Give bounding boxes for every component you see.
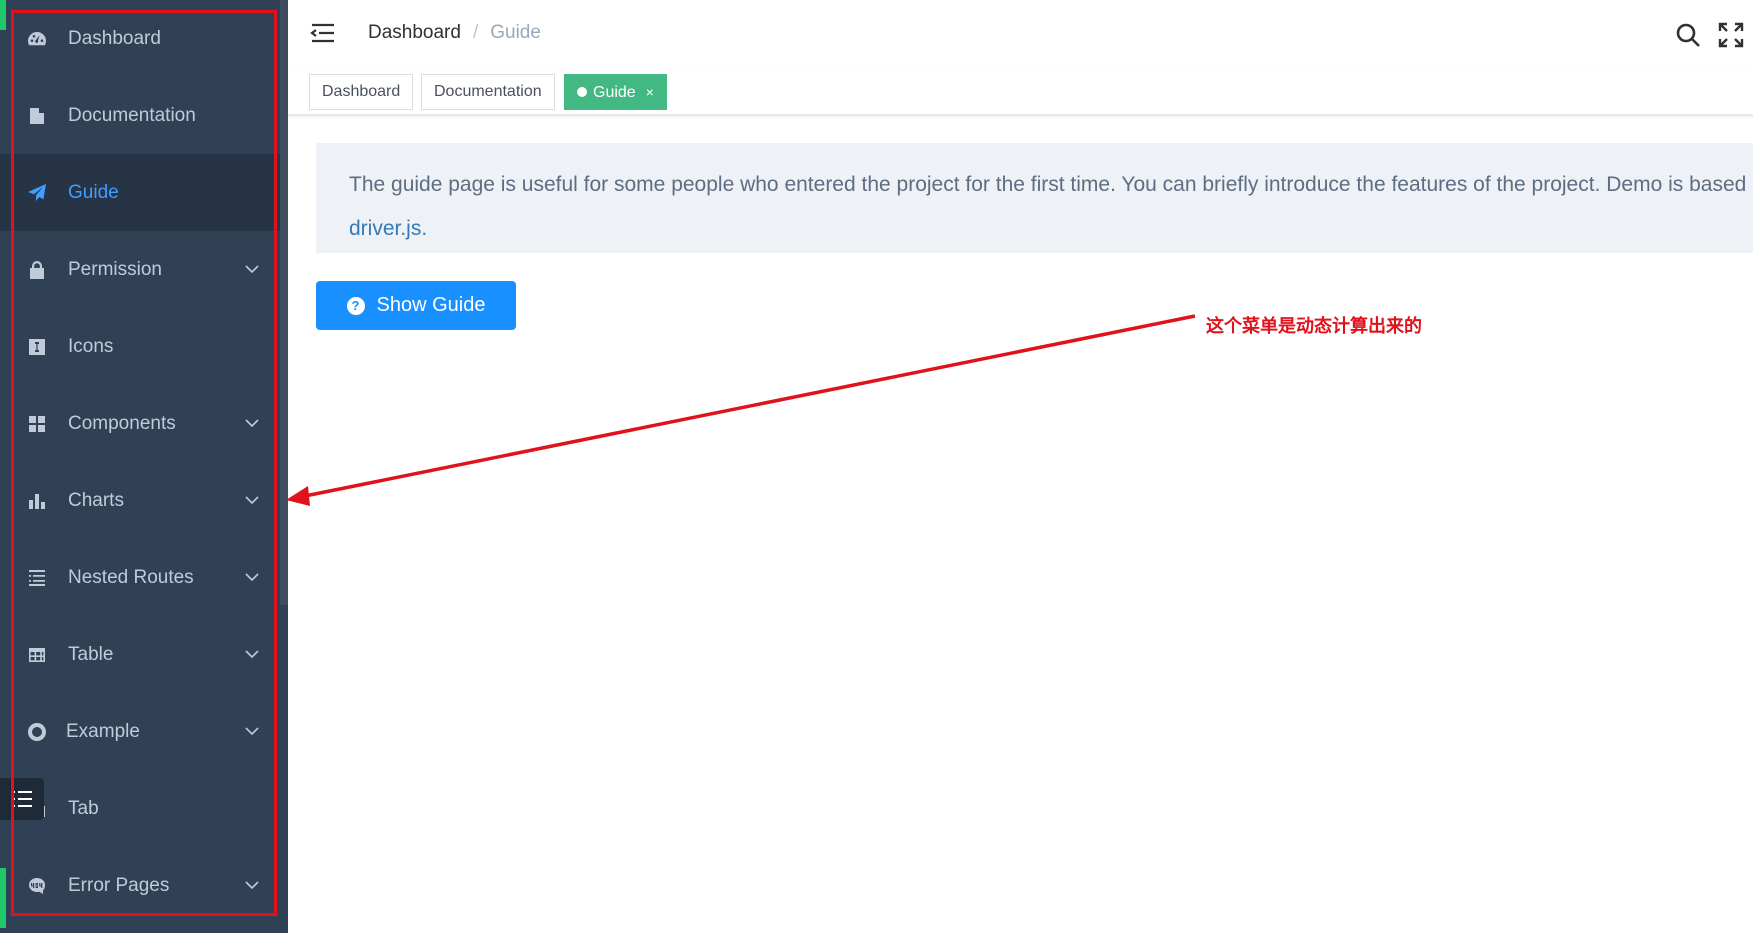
tags-view: Dashboard Documentation Guide × — [288, 68, 1753, 116]
sidebar-item-label: Charts — [68, 490, 124, 511]
components-icon — [26, 413, 48, 435]
annotation-text: 这个菜单是动态计算出来的 — [1206, 316, 1422, 336]
tag-guide[interactable]: Guide × — [564, 74, 667, 110]
sidebar-item-label: Nested Routes — [68, 567, 194, 588]
breadcrumb: Dashboard / Guide — [368, 22, 541, 44]
question-circle-icon: ? — [346, 296, 365, 315]
tag-dashboard[interactable]: Dashboard — [309, 74, 414, 110]
close-icon[interactable]: × — [646, 75, 654, 109]
floating-list-button[interactable] — [0, 778, 44, 820]
fullscreen-icon — [1718, 22, 1744, 48]
search-icon — [1676, 23, 1700, 47]
sidebar-item-guide[interactable]: Guide — [0, 154, 280, 231]
fullscreen-button[interactable] — [1717, 21, 1745, 49]
show-guide-button[interactable]: ? Show Guide — [316, 281, 516, 330]
nested-icon — [26, 567, 48, 589]
menu-fold-icon — [310, 23, 334, 43]
sidebar-item-label: Documentation — [68, 105, 196, 126]
guide-icon — [26, 182, 48, 204]
sidebar: Dashboard Documentation Guide Permission — [0, 0, 288, 933]
sidebar-item-charts[interactable]: Charts — [0, 462, 280, 539]
chevron-down-icon — [244, 647, 260, 659]
sidebar-item-icons[interactable]: Icons — [0, 308, 280, 385]
sidebar-item-label: Dashboard — [68, 28, 161, 49]
description-box: The guide page is useful for some people… — [316, 143, 1753, 253]
chevron-down-icon — [244, 262, 260, 274]
sidebar-item-dashboard[interactable]: Dashboard — [0, 0, 280, 77]
tag-documentation[interactable]: Documentation — [421, 74, 555, 110]
chevron-down-icon — [244, 416, 260, 428]
sidebar-item-label: Example — [66, 721, 140, 742]
chart-icon — [26, 490, 48, 512]
tag-label: Dashboard — [322, 83, 401, 100]
example-icon — [26, 721, 48, 743]
sidebar-item-label: Components — [68, 413, 176, 434]
sidebar-item-error-pages[interactable]: Error Pages — [0, 847, 280, 924]
sidebar-item-label: Guide — [68, 182, 119, 203]
show-guide-label: Show Guide — [376, 294, 486, 316]
hamburger-toggle[interactable] — [310, 22, 336, 44]
breadcrumb-separator: / — [472, 22, 479, 43]
documentation-icon — [26, 105, 48, 127]
sidebar-item-components[interactable]: Components — [0, 385, 280, 462]
chevron-down-icon — [244, 878, 260, 890]
sidebar-item-documentation[interactable]: Documentation — [0, 77, 280, 154]
dashboard-icon — [26, 28, 48, 50]
sidebar-item-label: Table — [68, 644, 114, 665]
list-icon — [13, 791, 32, 807]
breadcrumb-item-current: Guide — [490, 22, 541, 43]
sidebar-item-example[interactable]: Example — [0, 693, 280, 770]
icons-icon — [26, 336, 48, 358]
description-text: The guide page is useful for some people… — [349, 173, 1753, 196]
app-root: Dashboard Documentation Guide Permission — [0, 0, 1753, 933]
sidebar-scrollbar[interactable] — [280, 0, 288, 605]
breadcrumb-item-dashboard[interactable]: Dashboard — [368, 22, 461, 44]
sidebar-item-permission[interactable]: Permission — [0, 231, 280, 308]
sidebar-item-label: Tab — [68, 798, 99, 819]
table-icon — [26, 644, 48, 666]
sidebar-item-label: Error Pages — [68, 875, 170, 896]
tag-label: Documentation — [434, 83, 542, 100]
search-button[interactable] — [1675, 22, 1701, 48]
chevron-down-icon — [244, 570, 260, 582]
chevron-down-icon — [244, 724, 260, 736]
chevron-down-icon — [244, 493, 260, 505]
driverjs-link[interactable]: driver.js. — [349, 207, 1753, 251]
navbar: Dashboard / Guide — [288, 0, 1753, 68]
sidebar-item-nested-routes[interactable]: Nested Routes — [0, 539, 280, 616]
sidebar-item-label: Icons — [68, 336, 114, 357]
active-dot-icon — [577, 87, 587, 97]
sidebar-item-label: Permission — [68, 259, 162, 280]
lock-icon — [26, 259, 48, 281]
error-404-icon — [26, 875, 48, 897]
tag-label: Guide — [593, 84, 636, 101]
sidebar-item-table[interactable]: Table — [0, 616, 280, 693]
